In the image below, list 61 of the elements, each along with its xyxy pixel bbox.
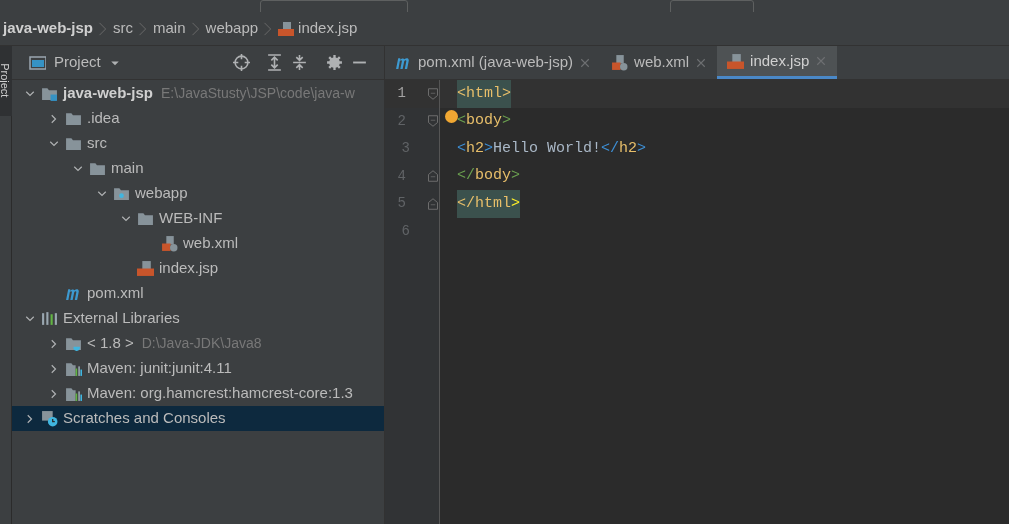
jdk-folder-icon: [65, 335, 82, 352]
xml-file-icon: [611, 54, 629, 71]
tree-item-label[interactable]: pom.xml: [87, 282, 144, 305]
breadcrumb-item[interactable]: main: [150, 17, 189, 40]
tree-item-path: D:\Java-JDK\Java8: [141, 334, 262, 353]
folder-icon: [137, 210, 154, 227]
code-line: <body>: [457, 111, 512, 131]
settings-gear-icon[interactable]: [326, 54, 343, 71]
tree-item-label[interactable]: webapp: [135, 182, 188, 205]
web-folder-icon: [113, 185, 130, 202]
tree-item-label[interactable]: index.jsp: [159, 257, 219, 280]
editor-tab[interactable]: index.jsp: [717, 46, 838, 79]
collapse-all-icon[interactable]: [291, 54, 308, 71]
locate-crosshair-icon[interactable]: [233, 54, 250, 71]
unfold-marker-icon[interactable]: [427, 196, 439, 211]
breadcrumb-item[interactable]: java-web-jsp: [0, 17, 97, 40]
module-folder-icon: [41, 85, 58, 102]
tree-item-label[interactable]: .idea: [87, 107, 120, 130]
folder-icon: [65, 110, 82, 127]
editor-tab[interactable]: pom.xml (java-web-jsp): [385, 46, 602, 79]
tab-label: pom.xml (java-web-jsp): [418, 52, 574, 73]
tree-item-label[interactable]: web.xml: [183, 232, 238, 255]
tree-item-path: E:\JavaStusty\JSP\code\java-w: [161, 84, 355, 103]
jsp-file-icon: [727, 52, 745, 70]
tree-item-label[interactable]: External Libraries: [63, 307, 180, 330]
close-icon[interactable]: [695, 56, 708, 69]
editor-tab[interactable]: web.xml: [601, 46, 718, 79]
breadcrumb-item[interactable]: webapp: [202, 17, 262, 40]
scratches-icon: [41, 410, 58, 427]
fold-marker-icon[interactable]: [427, 114, 439, 129]
libraries-icon: [41, 310, 58, 327]
tree-item-label[interactable]: java-web-jsp: [63, 82, 154, 105]
xml-file-icon: [161, 235, 178, 252]
tree-item-label[interactable]: WEB-INF: [159, 207, 223, 230]
tab-label: index.jsp: [750, 50, 810, 71]
tree-item-label[interactable]: Maven: junit:junit:4.11: [87, 357, 232, 380]
code-line: </html>: [457, 190, 521, 218]
intention-bulb-icon[interactable]: [445, 110, 458, 123]
tab-label: web.xml: [634, 52, 690, 73]
breadcrumb-item[interactable]: index.jsp: [298, 17, 358, 40]
breadcrumb-item[interactable]: src: [110, 17, 137, 40]
project-window-icon: [28, 54, 46, 71]
code-line: <html>: [457, 80, 512, 108]
tree-item-label[interactable]: src: [87, 132, 107, 155]
library-icon: [65, 385, 82, 402]
unfold-marker-icon[interactable]: [427, 169, 439, 184]
line-number: 1: [396, 84, 406, 104]
project-view-title[interactable]: Project: [54, 51, 101, 74]
jsp-file-icon: [278, 20, 295, 37]
library-icon: [65, 360, 82, 377]
expand-all-icon[interactable]: [266, 54, 283, 71]
folder-icon: [89, 160, 106, 177]
tree-item-label[interactable]: < 1.8 >: [87, 332, 134, 355]
jsp-file-icon: [137, 260, 154, 277]
close-icon[interactable]: [579, 56, 592, 69]
code-line: <h2>Hello World!</h2>: [457, 138, 647, 159]
fold-marker-icon[interactable]: [427, 86, 439, 101]
folder-icon: [65, 135, 82, 152]
tree-item-label[interactable]: Maven: org.hamcrest:hamcrest-core:1.3: [87, 382, 353, 405]
tree-item-label[interactable]: main: [111, 157, 144, 180]
code-line: </body>: [457, 166, 521, 186]
